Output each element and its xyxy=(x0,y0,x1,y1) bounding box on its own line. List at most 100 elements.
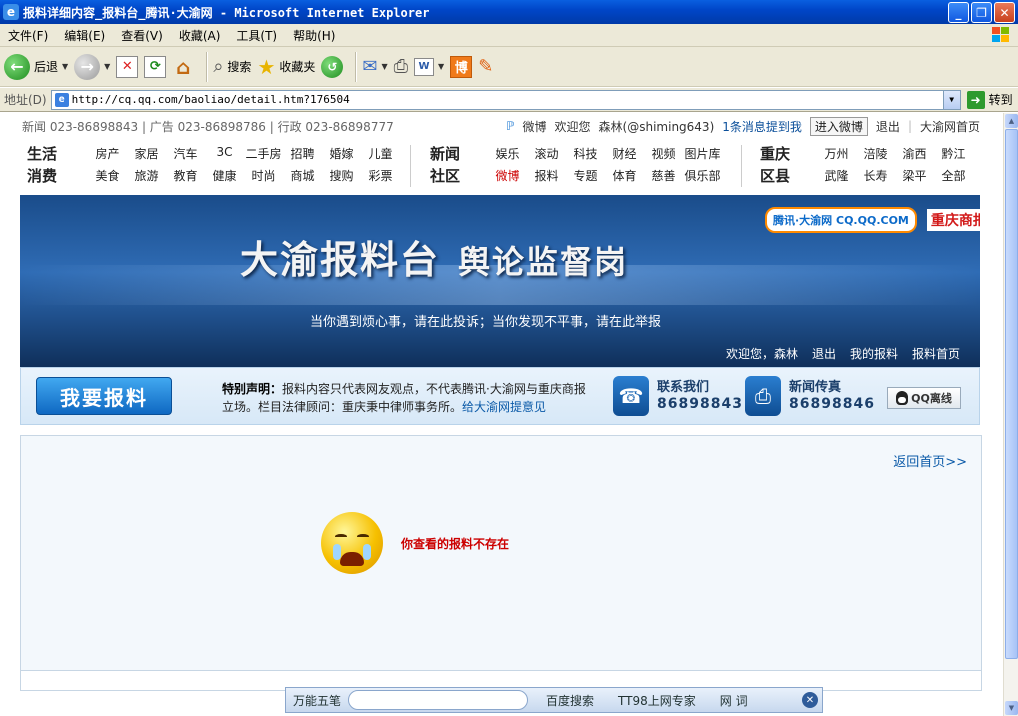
nav-item[interactable]: 涪陵 xyxy=(856,145,895,162)
user-link[interactable]: 森林(@shiming643) xyxy=(599,118,715,135)
search-button[interactable]: ⌕ 搜索 xyxy=(213,56,251,77)
nav-item[interactable]: 二手房 xyxy=(244,145,283,162)
nav-item[interactable]: 全部 xyxy=(934,167,973,184)
home-button[interactable]: ⌂ xyxy=(172,55,194,79)
nav-group-life[interactable]: 生活消费 xyxy=(22,143,62,187)
my-reports-link[interactable]: 我的报料 xyxy=(850,345,898,362)
stop-button[interactable]: ✕ xyxy=(116,55,139,78)
feedback-link[interactable]: 给大渝网提意见 xyxy=(462,400,546,414)
nav-item[interactable]: 长寿 xyxy=(856,167,895,184)
nav-item[interactable]: 婚嫁 xyxy=(322,145,361,162)
nav-item[interactable]: 万州 xyxy=(817,145,856,162)
nav-item[interactable]: 美食 xyxy=(88,167,127,184)
nav-item[interactable]: 俱乐部 xyxy=(683,167,722,184)
chongqing-business-daily-logo[interactable]: 重庆商报 xyxy=(926,209,980,231)
nav-group-districts[interactable]: 重庆区县 xyxy=(755,143,795,187)
nav-item[interactable]: 慈善 xyxy=(644,167,683,184)
menu-help[interactable]: 帮助(H) xyxy=(285,27,343,44)
address-input[interactable]: e http://cq.qq.com/baoliao/detail.htm?17… xyxy=(50,89,961,110)
edit-dropdown-icon[interactable]: ▼ xyxy=(438,62,444,71)
ime-close-icon[interactable]: ✕ xyxy=(802,692,818,708)
nav-item[interactable]: 体育 xyxy=(605,167,644,184)
ime-tt98[interactable]: TT98上网专家 xyxy=(618,692,696,709)
reports-home-link[interactable]: 报料首页 xyxy=(912,345,960,362)
site-home-link[interactable]: 大渝网首页 xyxy=(920,118,980,135)
go-arrow-icon[interactable]: ➜ xyxy=(966,90,985,109)
close-button[interactable]: ✕ xyxy=(994,2,1015,23)
nav-item[interactable]: 娱乐 xyxy=(488,145,527,162)
nav-item[interactable]: 梁平 xyxy=(895,167,934,184)
nav-item[interactable]: 专题 xyxy=(566,167,605,184)
nav-item[interactable]: 财经 xyxy=(605,145,644,162)
vertical-scrollbar[interactable]: ▲ ▼ xyxy=(1003,113,1018,716)
scroll-up-icon[interactable]: ▲ xyxy=(1005,114,1018,128)
content-panel: 返回首页>> 你查看的报料不存在 xyxy=(20,435,982,671)
contact-label: 联系我们 xyxy=(657,380,710,395)
nav-item[interactable]: 黔江 xyxy=(934,145,973,162)
messenger-button[interactable]: ✎ xyxy=(478,56,493,77)
nav-item[interactable]: 儿童 xyxy=(361,145,400,162)
edit-button[interactable]: W ▼ xyxy=(414,57,444,76)
address-url[interactable]: http://cq.qq.com/baoliao/detail.htm?1765… xyxy=(72,93,350,106)
scroll-down-icon[interactable]: ▼ xyxy=(1005,701,1018,715)
nav-item[interactable]: 科技 xyxy=(566,145,605,162)
back-dropdown-icon[interactable]: ▼ xyxy=(62,62,68,71)
logout-link[interactable]: 退出 xyxy=(876,118,900,135)
ime-baidu-search[interactable]: 百度搜索 xyxy=(546,692,594,709)
nav-group-news[interactable]: 新闻社区 xyxy=(425,143,465,187)
blog-button[interactable]: 博 xyxy=(450,55,473,78)
refresh-button[interactable]: ⟳ xyxy=(144,55,167,78)
mentions-link[interactable]: 1条消息提到我 xyxy=(722,118,802,135)
nav-item[interactable]: 家居 xyxy=(127,145,166,162)
history-button[interactable]: ↺ xyxy=(321,55,344,78)
face-eye xyxy=(335,534,347,539)
nav-item[interactable]: 教育 xyxy=(166,167,205,184)
tencent-cq-logo[interactable]: 腾讯·大渝网 CQ.QQ.COM xyxy=(765,207,917,233)
nav-item[interactable]: 房产 xyxy=(88,145,127,162)
qq-offline-button[interactable]: QQ离线 xyxy=(887,387,961,409)
back-home-link[interactable]: 返回首页>> xyxy=(893,451,967,470)
menu-tools[interactable]: 工具(T) xyxy=(228,27,285,44)
weibo-link[interactable]: 微博 xyxy=(523,118,547,135)
nav-item[interactable]: 商城 xyxy=(283,167,322,184)
submit-report-button[interactable]: 我要报料 xyxy=(36,377,172,415)
scroll-thumb[interactable] xyxy=(1005,129,1018,659)
ime-netword[interactable]: 网 词 xyxy=(720,692,748,709)
nav-row: 娱乐 滚动 科技 财经 视频 图片库 xyxy=(488,145,722,162)
nav-item[interactable]: 武隆 xyxy=(817,167,856,184)
maximize-button[interactable]: ❐ xyxy=(971,2,992,23)
nav-item-weibo[interactable]: 微博 xyxy=(488,167,527,184)
enter-weibo-button[interactable]: 进入微博 xyxy=(809,116,868,136)
nav-item[interactable]: 视频 xyxy=(644,145,683,162)
mail-button[interactable]: ✉ ▼ xyxy=(362,56,387,77)
nav-item[interactable]: 报料 xyxy=(527,167,566,184)
menu-file[interactable]: 文件(F) xyxy=(0,27,56,44)
banner-welcome: 欢迎您，森林 xyxy=(725,347,798,361)
nav-item[interactable]: 健康 xyxy=(205,167,244,184)
menu-favorites[interactable]: 收藏(A) xyxy=(171,27,229,44)
forward-dropdown-icon[interactable]: ▼ xyxy=(104,62,110,71)
mail-dropdown-icon[interactable]: ▼ xyxy=(381,62,387,71)
favorites-button[interactable]: ★ 收藏夹 xyxy=(257,55,315,79)
menu-edit[interactable]: 编辑(E) xyxy=(56,27,113,44)
ime-input-box[interactable] xyxy=(348,690,528,710)
back-button[interactable]: ← 后退 ▼ xyxy=(4,53,68,80)
nav-item[interactable]: 旅游 xyxy=(127,167,166,184)
minimize-button[interactable]: _ xyxy=(948,2,969,23)
go-button[interactable]: 转到 xyxy=(989,91,1013,108)
print-button[interactable]: ⎙ xyxy=(394,56,408,77)
nav-item[interactable]: 汽车 xyxy=(166,145,205,162)
banner-logout-link[interactable]: 退出 xyxy=(812,345,836,362)
nav-item[interactable]: 滚动 xyxy=(527,145,566,162)
nav-item[interactable]: 招聘 xyxy=(283,145,322,162)
nav-item[interactable]: 彩票 xyxy=(361,167,400,184)
nav-item[interactable]: 3C xyxy=(205,145,244,162)
nav-item[interactable]: 图片库 xyxy=(683,145,722,162)
forward-button[interactable]: → ▼ xyxy=(74,53,110,80)
nav-item[interactable]: 渝西 xyxy=(895,145,934,162)
nav-item[interactable]: 搜购 xyxy=(322,167,361,184)
address-dropdown-icon[interactable]: ▼ xyxy=(942,90,960,109)
ime-name[interactable]: 万能五笔 xyxy=(286,692,348,709)
menu-view[interactable]: 查看(V) xyxy=(113,27,171,44)
nav-item[interactable]: 时尚 xyxy=(244,167,283,184)
